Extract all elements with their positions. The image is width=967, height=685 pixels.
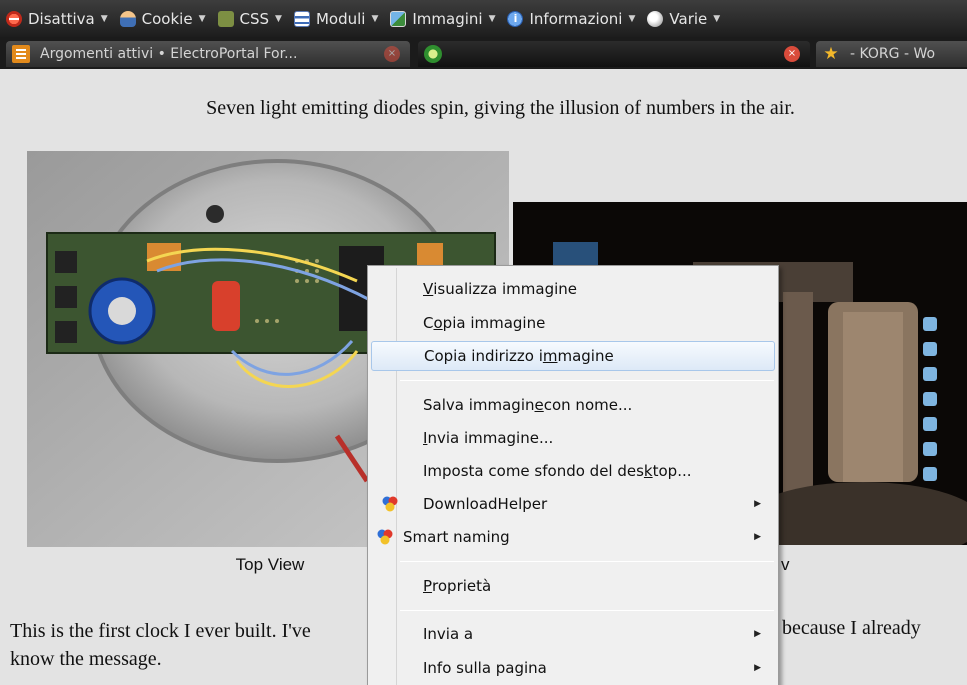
- web-developer-toolbar: Disattiva ▼ Cookie ▼ CSS ▼ Moduli ▼ Imma…: [0, 0, 967, 37]
- menu-item-properties[interactable]: Proprietà: [371, 571, 775, 601]
- context-menu: Visualizza immagine Co pia immagine Copia…: [367, 265, 779, 685]
- submenu-arrow-icon: ▶: [754, 532, 761, 542]
- forms-icon: [293, 10, 310, 27]
- submenu-arrow-icon: ▶: [754, 499, 761, 509]
- menu-item-page-info[interactable]: Info sulla pagina ▶: [371, 653, 775, 683]
- tab-close-icon[interactable]: ×: [784, 46, 800, 62]
- submenu-arrow-icon: ▶: [754, 629, 761, 639]
- css-icon: [217, 10, 234, 27]
- menu-separator: [400, 561, 774, 562]
- tab-title: Argomenti attivi • ElectroPortal For...: [40, 46, 298, 62]
- menu-item-copy-image[interactable]: Co pia immagine: [371, 308, 775, 338]
- dropdown-arrow-icon: ▼: [488, 13, 496, 24]
- misc-icon: [647, 10, 664, 27]
- toolbar-cookie-menu[interactable]: Cookie ▼: [119, 9, 206, 28]
- menu-separator: [400, 610, 774, 611]
- menu-item-set-desktop-background[interactable]: Imposta come sfondo del des k top...: [371, 456, 775, 486]
- toolbar-cookie-label: Cookie: [141, 9, 193, 28]
- cookie-icon: [119, 10, 136, 27]
- tab-title: - KORG - Wo: [850, 46, 936, 62]
- tab-close-icon[interactable]: ×: [384, 46, 400, 62]
- paragraph-line-1: This is the first clock I ever built. I'…: [10, 620, 311, 642]
- tab-bar: Argomenti attivi • ElectroPortal For... …: [0, 37, 967, 69]
- toolbar-css-label: CSS: [239, 9, 270, 28]
- toolbar-images-menu[interactable]: Immagini ▼: [390, 10, 495, 28]
- toolbar-disable-menu[interactable]: Disattiva ▼: [6, 10, 108, 28]
- sun-favicon-icon: [424, 45, 442, 63]
- toolbar-css-menu[interactable]: CSS ▼: [217, 9, 282, 28]
- tab-active[interactable]: ×: [418, 41, 810, 67]
- menu-item-send-image[interactable]: Invia immagine...: [371, 423, 775, 453]
- smart-naming-icon: [377, 529, 393, 545]
- paragraph-line-2: know the message.: [10, 648, 162, 670]
- dropdown-arrow-icon: ▼: [713, 13, 721, 24]
- toolbar-misc-menu[interactable]: Varie ▼: [647, 10, 720, 28]
- menu-item-save-image-as[interactable]: Salva immagin e con nome...: [371, 390, 775, 420]
- disable-icon: [6, 10, 22, 27]
- dropdown-arrow-icon: ▼: [275, 13, 282, 24]
- toolbar-misc-label: Varie: [669, 9, 708, 28]
- tab-korg[interactable]: ★ - KORG - Wo: [816, 41, 967, 67]
- menu-item-copy-image-address[interactable]: Copia indirizzo i m magine: [371, 341, 775, 371]
- toolbar-info-label: Informazioni: [529, 9, 623, 28]
- dropdown-arrow-icon: ▼: [100, 13, 108, 24]
- submenu-arrow-icon: ▶: [754, 663, 761, 673]
- toolbar-disable-label: Disattiva: [28, 9, 95, 28]
- dropdown-arrow-icon: ▼: [198, 13, 206, 24]
- downloadhelper-icon: [382, 496, 398, 512]
- tab-electroportal[interactable]: Argomenti attivi • ElectroPortal For... …: [6, 41, 410, 67]
- toolbar-forms-label: Moduli: [315, 9, 366, 28]
- body-paragraph-right: because I already: [782, 617, 921, 639]
- body-paragraph: This is the first clock I ever built. I'…: [10, 617, 311, 673]
- toolbar-images-label: Immagini: [412, 9, 483, 28]
- toolbar-info-menu[interactable]: i Informazioni ▼: [507, 10, 635, 28]
- star-favicon-icon: ★: [823, 44, 839, 64]
- side-view-label: v: [781, 555, 790, 574]
- images-icon: [390, 10, 407, 27]
- toolbar-forms-menu[interactable]: Moduli ▼: [293, 9, 379, 28]
- dropdown-arrow-icon: ▼: [628, 13, 636, 24]
- dropdown-arrow-icon: ▼: [371, 13, 379, 24]
- info-icon: i: [507, 10, 524, 27]
- menu-item-downloadhelper[interactable]: DownloadHelper ▶: [371, 489, 775, 519]
- menu-item-send-to[interactable]: Invia a ▶: [371, 619, 775, 649]
- menu-separator: [400, 380, 774, 381]
- menu-item-view-image[interactable]: Visualizza immagine: [371, 274, 775, 304]
- forum-favicon-icon: [12, 45, 30, 63]
- menu-item-smart-naming[interactable]: Smart naming ▶: [371, 522, 775, 552]
- page-caption: Seven light emitting diodes spin, giving…: [206, 97, 795, 119]
